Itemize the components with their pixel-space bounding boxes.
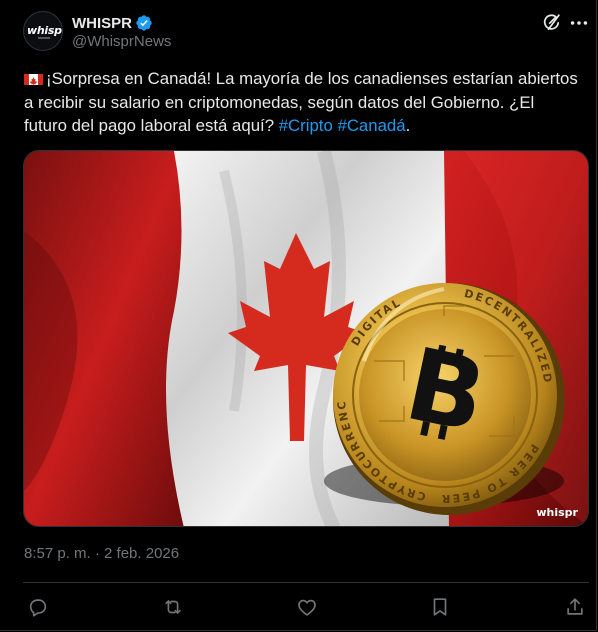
repost-button[interactable] (162, 596, 184, 618)
canada-flag-bitcoin-illustration: DECENTRALIZED PEER TO PEER CRYPTOCURRENC… (24, 151, 588, 526)
hashtag-canada[interactable]: #Canadá (337, 116, 405, 135)
like-icon (298, 599, 316, 616)
author-name-row: WHISPR (72, 13, 153, 33)
timestamp[interactable]: 8:57 p. m. · 2 feb. 2026 (24, 545, 179, 562)
tweet-media-image[interactable]: DECENTRALIZED PEER TO PEER CRYPTOCURRENC… (23, 150, 589, 527)
repost-icon (165, 600, 181, 614)
tweet-body-end: . (405, 116, 411, 135)
grok-icon[interactable] (541, 12, 563, 34)
like-button[interactable] (296, 596, 318, 618)
reply-button[interactable] (27, 596, 49, 618)
display-name[interactable]: WHISPR (72, 15, 132, 32)
tweet-card: whispr WHISPR @WhisprNews ¡Sorpresa en C (0, 0, 597, 631)
reply-icon (29, 599, 47, 617)
bookmark-icon (433, 598, 447, 616)
divider (23, 582, 589, 583)
share-button[interactable] (564, 596, 586, 618)
canada-flag-icon (24, 71, 43, 85)
tweet-text: ¡Sorpresa en Canadá! La mayoría de los c… (24, 67, 579, 138)
more-icon[interactable] (568, 12, 590, 34)
avatar-logo: whispr (27, 24, 62, 37)
share-icon (567, 598, 583, 615)
verified-badge-icon[interactable] (135, 14, 153, 32)
bookmark-button[interactable] (429, 596, 451, 618)
hashtag-cripto[interactable]: #Cripto (279, 116, 333, 135)
media-watermark: whispr (536, 506, 578, 519)
user-handle[interactable]: @WhisprNews (72, 33, 171, 50)
avatar-underline (38, 37, 50, 39)
avatar[interactable]: whispr (23, 11, 63, 51)
